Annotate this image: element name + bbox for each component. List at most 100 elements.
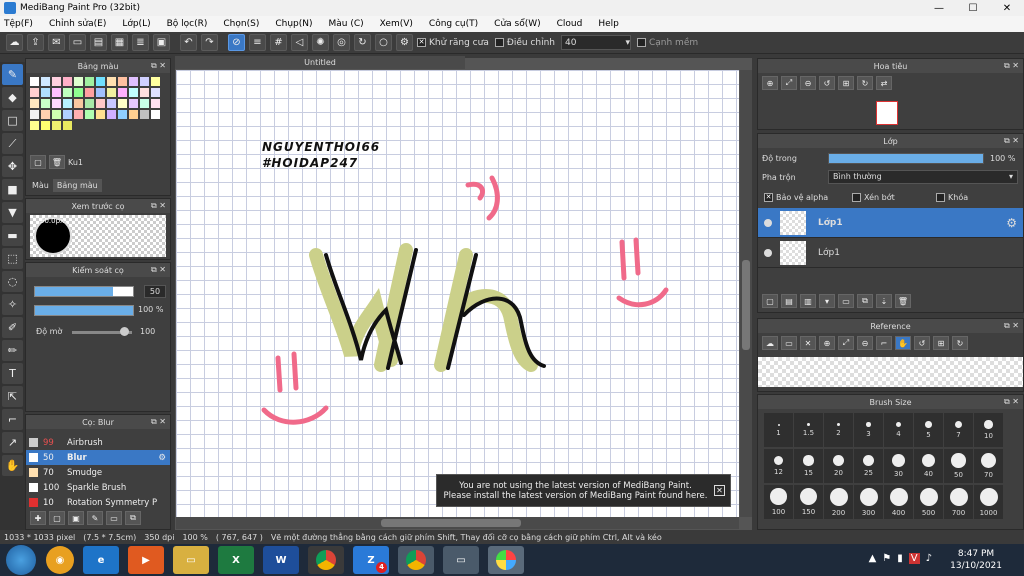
color-swatch[interactable] [151, 99, 160, 108]
menu-help[interactable]: Help [598, 19, 619, 29]
reset-icon[interactable]: ⊞ [933, 336, 949, 350]
color-swatch[interactable] [63, 88, 72, 97]
color-swatch[interactable] [107, 88, 116, 97]
color-swatch[interactable] [107, 77, 116, 86]
brush-size-value[interactable]: 50 [144, 285, 166, 298]
color-swatch[interactable] [129, 88, 138, 97]
update-notice[interactable]: You are not using the latest version of … [436, 474, 731, 507]
grid-page-icon[interactable]: ▦ [111, 34, 128, 51]
brush-size-cell[interactable]: 300 [854, 485, 883, 519]
color-swatch[interactable] [129, 99, 138, 108]
rect-tool-icon[interactable]: □ [2, 110, 23, 131]
snap-settings-icon[interactable]: ⚙ [396, 34, 413, 51]
brush-copy-icon[interactable]: ▣ [68, 511, 84, 525]
flip-icon[interactable]: ⇄ [876, 76, 892, 90]
color-swatch[interactable] [107, 110, 116, 119]
color-swatch[interactable] [151, 88, 160, 97]
color-swatch[interactable] [30, 99, 39, 108]
horizontal-scroll-thumb[interactable] [381, 519, 521, 527]
snap-crosshatch-icon[interactable]: # [270, 34, 287, 51]
snap-vanish-icon[interactable]: ◁ [291, 34, 308, 51]
new-8bit-layer-icon[interactable]: ▥ [800, 294, 816, 308]
close-icon[interactable]: ✕ [800, 336, 816, 350]
color-swatch[interactable] [140, 88, 149, 97]
redo-icon[interactable]: ↷ [201, 34, 218, 51]
brush-size-cell[interactable]: 10 [974, 413, 1003, 447]
lock-toggle[interactable]: Khóa [936, 193, 968, 202]
panel-menu-icon[interactable]: ⧉ ✕ [1004, 321, 1019, 331]
lock-checkbox[interactable] [936, 193, 945, 202]
document-tab[interactable]: Untitled [175, 56, 465, 69]
lasso-tool-icon[interactable]: ◌ [2, 271, 23, 292]
add-layer-menu-icon[interactable]: ▾ [819, 294, 835, 308]
brush-edit-icon[interactable]: ✎ [87, 511, 103, 525]
brush-item-airbrush[interactable]: 99 Airbrush [26, 435, 170, 450]
horizontal-scrollbar[interactable] [176, 517, 739, 529]
close-button[interactable]: ✕ [990, 0, 1024, 16]
color-swatch[interactable] [96, 99, 105, 108]
color-swatch[interactable] [30, 110, 39, 119]
menu-filter[interactable]: Bộ lọc(R) [167, 19, 208, 29]
rotate-left-icon[interactable]: ↺ [819, 76, 835, 90]
chrome-app-icon[interactable] [308, 546, 344, 574]
color-swatch[interactable] [74, 99, 83, 108]
brush-size-cell[interactable]: 1 [764, 413, 793, 447]
brush-add-icon[interactable]: ✚ [30, 511, 46, 525]
menu-capture[interactable]: Chụp(N) [275, 19, 312, 29]
clipping-toggle[interactable]: Xén bớt [852, 193, 895, 202]
reset-icon[interactable]: ⊞ [838, 76, 854, 90]
maximize-button[interactable]: ☐ [956, 0, 990, 16]
smooth-checkbox[interactable] [636, 38, 646, 47]
brush-item-sparkle[interactable]: 100 Sparkle Brush [26, 480, 170, 495]
color-swatch[interactable] [63, 110, 72, 119]
rotate-right-icon[interactable]: ↻ [952, 336, 968, 350]
text-tool-icon[interactable]: T [2, 363, 23, 384]
brush-size-cell[interactable]: 1.5 [794, 413, 823, 447]
select-rect-icon[interactable]: ⬚ [2, 248, 23, 269]
brush-tool-icon[interactable]: ✎ [2, 64, 23, 85]
trash-icon[interactable]: 🗑 [49, 155, 65, 169]
brush-size-cell[interactable]: 3 [854, 413, 883, 447]
undo-icon[interactable]: ↶ [180, 34, 197, 51]
color-swatch[interactable] [85, 77, 94, 86]
page-icon[interactable]: ▤ [90, 34, 107, 51]
eyedropper-icon[interactable]: ⌐ [876, 336, 892, 350]
snap-circle-icon[interactable]: ◎ [333, 34, 350, 51]
color-swatch[interactable] [96, 88, 105, 97]
fit-icon[interactable]: ⤢ [781, 76, 797, 90]
gear-icon[interactable]: ⚙ [158, 453, 166, 463]
zoom-out-icon[interactable]: ⊖ [800, 76, 816, 90]
brush-size-cell[interactable]: 100 [764, 485, 793, 519]
menu-cloud[interactable]: Cloud [557, 19, 583, 29]
line-tool-icon[interactable]: ⟋ [2, 133, 23, 154]
color-swatch[interactable] [140, 77, 149, 86]
menu-file[interactable]: Tệp(F) [4, 19, 33, 29]
new-palette-icon[interactable]: ▢ [30, 155, 46, 169]
excel-app-icon[interactable]: X [218, 546, 254, 574]
snap-radial-icon[interactable]: ✺ [312, 34, 329, 51]
start-button[interactable] [6, 545, 36, 575]
color-swatch[interactable] [52, 77, 61, 86]
layer-row-active[interactable]: Lớp1 ⚙ [758, 208, 1023, 238]
media-app-icon[interactable]: ▶ [128, 546, 164, 574]
color-swatch[interactable] [118, 110, 127, 119]
color-swatch[interactable] [41, 99, 50, 108]
eye-icon[interactable] [764, 218, 772, 227]
export-icon[interactable]: ⇪ [27, 34, 44, 51]
new-halftone-layer-icon[interactable]: ▤ [781, 294, 797, 308]
select-pen-icon[interactable]: ✐ [2, 317, 23, 338]
pen-tool-icon[interactable]: ↗ [2, 432, 23, 453]
color-swatch[interactable] [151, 77, 160, 86]
color-swatch[interactable] [118, 99, 127, 108]
panel-menu-icon[interactable]: ⧉ ✕ [1004, 61, 1019, 71]
panel-menu-icon[interactable]: ⧉ ✕ [1004, 136, 1019, 146]
folder-icon[interactable]: ▭ [106, 511, 122, 525]
tray-up-icon[interactable]: ▲ [869, 553, 877, 564]
medibang-app-icon[interactable] [488, 546, 524, 574]
magic-wand-icon[interactable]: ✧ [2, 294, 23, 315]
blur-slider[interactable] [72, 327, 132, 336]
color-swatch[interactable] [74, 88, 83, 97]
brush-size-slider[interactable] [34, 286, 134, 297]
color-swatch[interactable] [63, 121, 72, 130]
color-swatch[interactable] [52, 121, 61, 130]
